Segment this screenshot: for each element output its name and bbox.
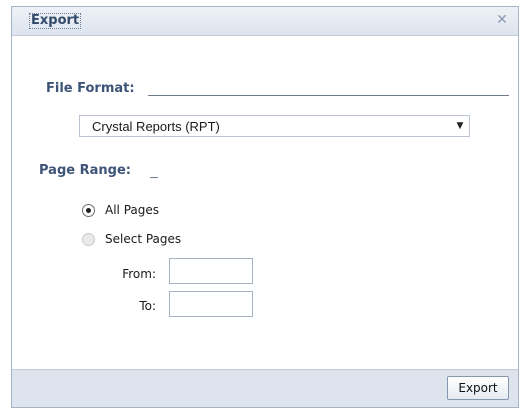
file-format-select[interactable]: Crystal Reports (RPT) ▼: [79, 115, 470, 137]
to-label: To:: [139, 299, 156, 313]
page-range-label: Page Range:: [39, 163, 131, 178]
radio-select-pages[interactable]: Select Pages: [82, 231, 222, 249]
file-format-label: File Format:: [46, 81, 135, 96]
dialog-titlebar[interactable]: Export ✕: [12, 7, 518, 36]
radio-all-pages-label: All Pages: [105, 203, 159, 217]
radio-checked-icon[interactable]: [82, 204, 95, 217]
radio-select-pages-label: Select Pages: [105, 232, 182, 246]
close-icon[interactable]: ✕: [494, 12, 510, 28]
export-button[interactable]: Export: [447, 376, 509, 400]
radio-unchecked-icon[interactable]: [82, 233, 95, 246]
from-label: From:: [122, 267, 156, 281]
export-dialog: Export ✕ File Format: Crystal Reports (R…: [11, 6, 519, 408]
from-input[interactable]: [169, 258, 253, 284]
radio-all-pages[interactable]: All Pages: [82, 202, 222, 220]
dialog-footer: Export: [12, 369, 518, 407]
to-input[interactable]: [169, 291, 253, 317]
page-range-divider: [150, 177, 158, 178]
dialog-title: Export: [29, 13, 82, 29]
file-format-divider: [148, 95, 509, 96]
file-format-value: Crystal Reports (RPT): [92, 119, 220, 134]
chevron-down-icon[interactable]: ▼: [451, 116, 469, 136]
